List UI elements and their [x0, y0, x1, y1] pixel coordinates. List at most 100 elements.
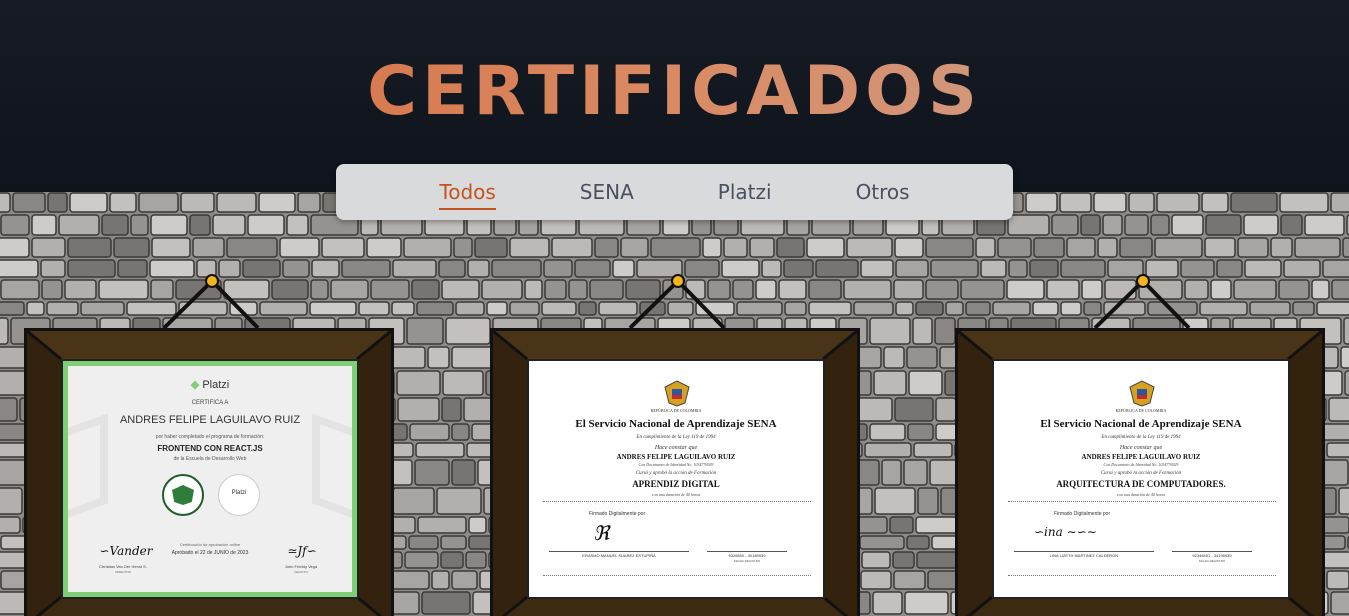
- tab-sena[interactable]: SENA: [580, 176, 634, 208]
- cert-name: ANDRES FELIPE LAGUILAVO RUIZ: [119, 414, 301, 426]
- wall-stone: [872, 591, 903, 615]
- wall-stone: [883, 346, 905, 369]
- wall-stone: [396, 370, 441, 396]
- cert-course: APRENDIZ DIGITAL: [632, 479, 720, 489]
- wall-stone: [455, 301, 485, 316]
- wall-stone: [441, 397, 462, 422]
- wall-stone: [1330, 591, 1349, 615]
- wall-stone: [889, 516, 914, 534]
- wall-stone: [451, 570, 478, 590]
- wall-stone: [438, 259, 466, 278]
- certificate-card-sena-1[interactable]: REPÚBLICA DE COLOMBIA El Servicio Nacion…: [490, 270, 860, 616]
- wall-stone: [1119, 237, 1153, 258]
- wall-stone: [1294, 237, 1341, 258]
- wall-stone: [935, 397, 957, 422]
- wall-stone: [417, 516, 467, 534]
- wall-stone: [934, 317, 956, 345]
- wall-stone: [151, 237, 191, 258]
- register-code: 92346451 - 34195939: [1172, 551, 1252, 558]
- picture-frame: ◆ Platzi CERTIFICA A ANDRES FELIPE LAGUI…: [24, 328, 394, 616]
- wall-stone: [1322, 551, 1349, 569]
- wall-stone: [860, 570, 892, 590]
- wall-stone: [297, 192, 321, 213]
- wall-stone: [216, 192, 257, 213]
- wall-stone: [442, 370, 484, 396]
- wall-stone: [1051, 214, 1079, 236]
- wall-stone: [392, 487, 435, 515]
- cert-law: En cumplimiento de la Ley 119 de 1994: [1101, 435, 1181, 440]
- cert-fine-print: [1008, 501, 1276, 503]
- wall-stone: [1344, 370, 1349, 396]
- wall-stone: [130, 214, 149, 236]
- wall-stone: [416, 301, 454, 316]
- cert-hace-constar: Hace constar que: [654, 445, 698, 451]
- wall-stone: [864, 442, 912, 458]
- wall-stone: [912, 317, 933, 345]
- cert-school: de la Escuela de Desarrollo Web: [173, 456, 247, 462]
- wall-stone: [440, 535, 467, 550]
- signer-name: LINA LIZETH MARTINEZ CALDERON: [1014, 551, 1154, 558]
- wall-stone: [1059, 192, 1092, 213]
- wall-stone: [873, 370, 907, 396]
- wall-stone: [445, 317, 491, 345]
- wall-stone: [47, 192, 68, 213]
- wall-stone: [925, 237, 974, 258]
- wall-stone: [881, 459, 902, 486]
- cert-hace-constar: Hace constar que: [1119, 445, 1163, 451]
- wall-stone: [474, 237, 508, 258]
- signer-1-role: DIRECTOR: [115, 570, 131, 574]
- wall-stone: [1124, 214, 1149, 236]
- wall-stone: [212, 214, 246, 236]
- wall-stone: [467, 259, 490, 278]
- cert-name: ANDRES FELIPE LAGUILAVO RUIZ: [616, 453, 736, 461]
- certificate-image-sena-2: REPÚBLICA DE COLOMBIA El Servicio Nacion…: [992, 359, 1290, 599]
- wall-stone: [1342, 237, 1349, 258]
- wall-stone: [408, 535, 439, 550]
- wall-stone: [0, 487, 23, 515]
- wall-stone: [1338, 487, 1349, 515]
- wall-stone: [192, 237, 225, 258]
- wall-stone: [286, 214, 309, 236]
- wall-stone: [404, 551, 439, 569]
- signature-icon: ℜ: [593, 521, 610, 545]
- wall-stone: [509, 237, 550, 258]
- wall-stone: [0, 317, 9, 345]
- wall-stone: [397, 397, 440, 422]
- signed-label: Firmado Digitalmente por: [1054, 511, 1111, 517]
- certificate-card-platzi[interactable]: ◆ Platzi CERTIFICA A ANDRES FELIPE LAGUI…: [24, 270, 394, 616]
- wall-stone: [861, 551, 891, 569]
- wall-stone: [893, 279, 924, 300]
- wall-stone: [620, 237, 649, 258]
- cert-cursed: Cursó y aprobó la acción de Formación: [635, 471, 717, 476]
- tab-otros[interactable]: Otros: [856, 176, 910, 208]
- wall-stone: [0, 551, 28, 569]
- wall-stone: [906, 346, 938, 369]
- wall-stone: [279, 237, 320, 258]
- certificate-card-sena-2[interactable]: REPÚBLICA DE COLOMBIA El Servicio Nacion…: [955, 270, 1325, 616]
- tab-todos[interactable]: Todos: [439, 176, 497, 210]
- wall-stone: [138, 192, 179, 213]
- wall-stone: [806, 237, 845, 258]
- wall-stone: [1304, 214, 1345, 236]
- certificate-image-platzi: ◆ Platzi CERTIFICA A ANDRES FELIPE LAGUI…: [61, 359, 359, 599]
- wall-stone: [904, 591, 949, 615]
- wall-stone: [411, 279, 440, 300]
- country-label: REPÚBLICA DE COLOMBIA: [650, 408, 702, 413]
- wall-stone: [440, 551, 464, 569]
- wall-stone: [67, 237, 112, 258]
- wall-stone: [1102, 214, 1123, 236]
- wall-stone: [1230, 192, 1278, 213]
- wall-stone: [893, 570, 926, 590]
- wall-stone: [860, 259, 894, 278]
- tab-platzi[interactable]: Platzi: [718, 176, 772, 208]
- cert-cursed: Cursó y aprobó la acción de Formación: [1100, 471, 1182, 476]
- wall-stone: [0, 516, 21, 534]
- cert-certifica: CERTIFICA A: [191, 400, 229, 406]
- wall-stone: [468, 516, 487, 534]
- wall-stone: [1280, 214, 1303, 236]
- wall-stone: [1156, 192, 1200, 213]
- wall-stone: [1331, 279, 1349, 300]
- wall-stone: [702, 237, 722, 258]
- colombia-coat-of-arms-icon: [663, 379, 691, 407]
- signer-2: John Freddy Vega: [284, 564, 318, 569]
